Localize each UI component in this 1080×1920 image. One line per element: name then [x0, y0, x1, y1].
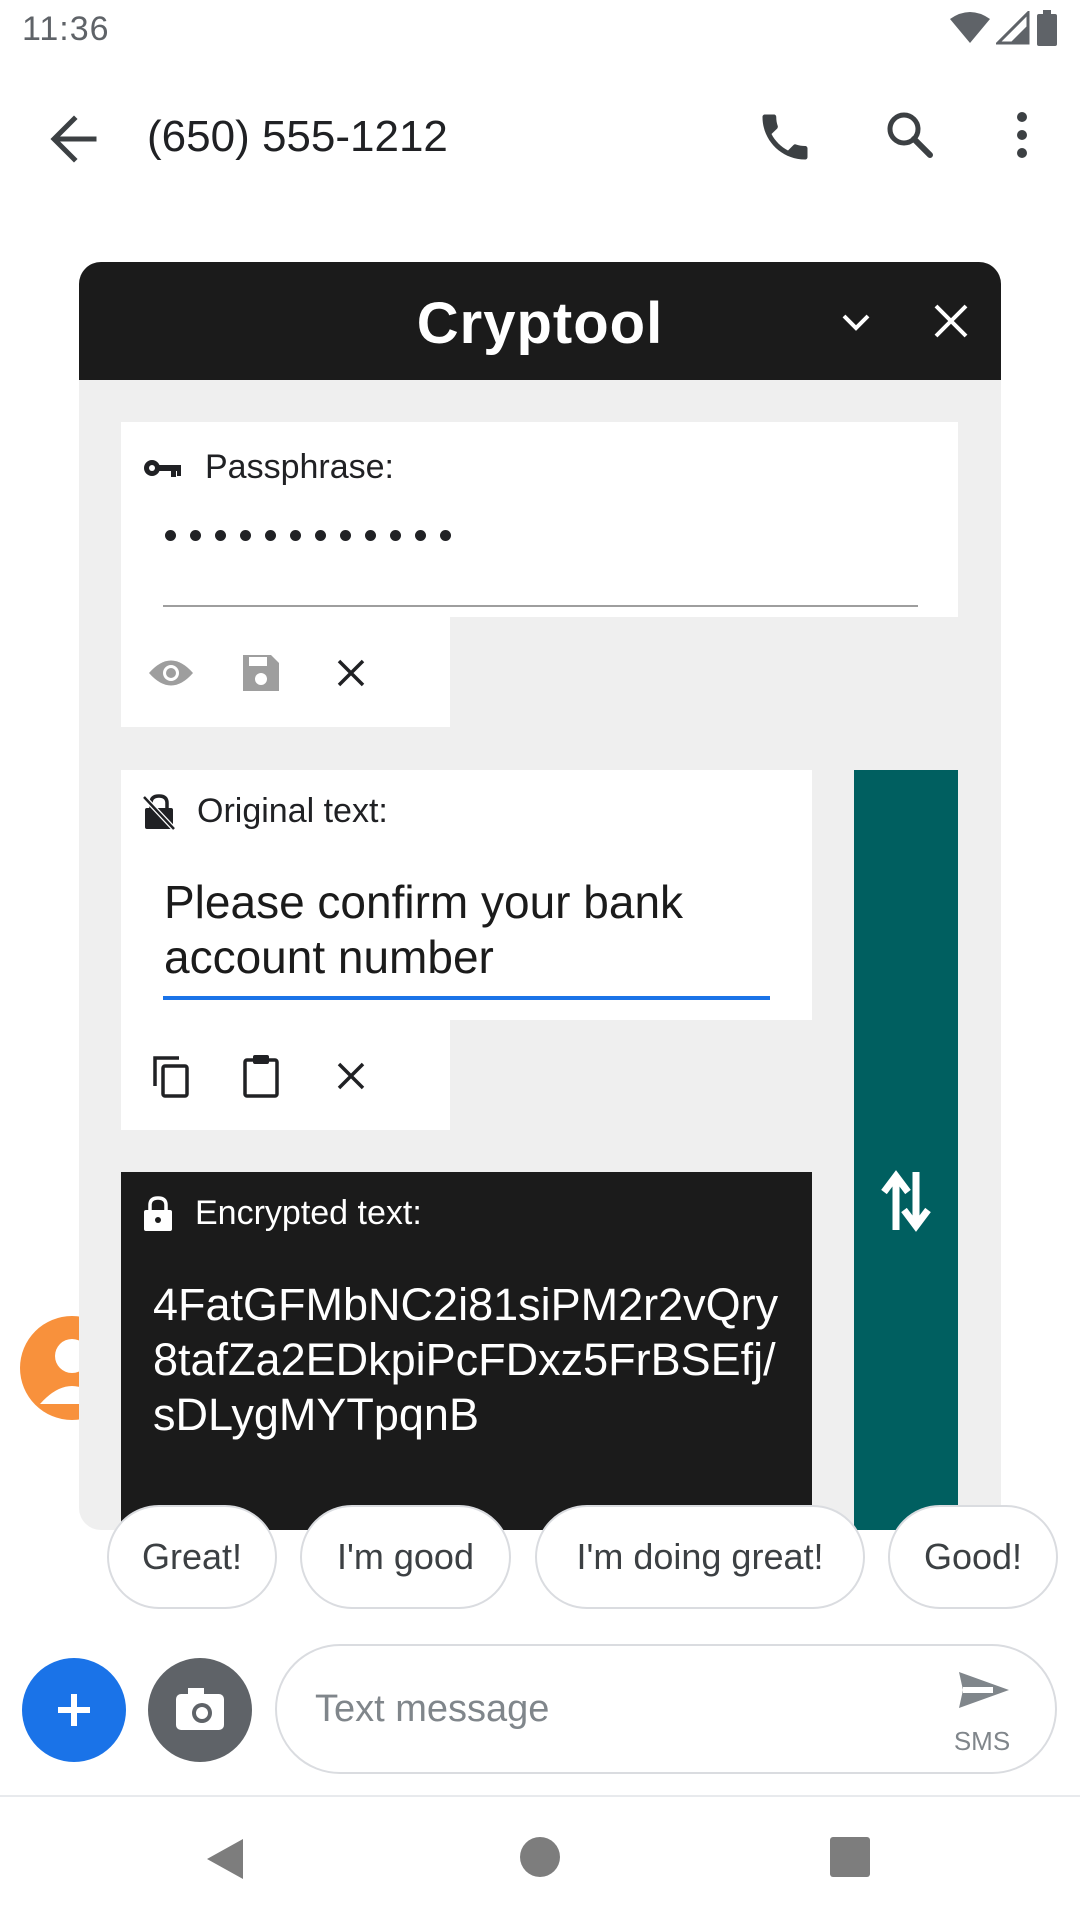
passphrase-card: Passphrase: — [121, 422, 958, 617]
nav-back-icon[interactable] — [205, 1837, 245, 1881]
passphrase-input[interactable] — [165, 530, 451, 541]
phone-icon[interactable] — [755, 107, 815, 167]
smart-replies: Great! I'm good I'm doing great! Good! — [0, 1505, 1080, 1615]
passphrase-label: Passphrase: — [205, 448, 394, 486]
nav-bar — [0, 1795, 1080, 1920]
encrypted-text-label: Encrypted text: — [195, 1194, 422, 1232]
paste-icon[interactable] — [233, 1048, 289, 1104]
original-text-actions — [121, 1020, 450, 1130]
passphrase-dot — [390, 530, 401, 541]
passphrase-underline — [163, 605, 918, 607]
plus-icon[interactable] — [22, 1658, 126, 1762]
swap-button[interactable] — [854, 770, 958, 1530]
copy-icon[interactable] — [143, 1048, 199, 1104]
passphrase-dot — [190, 530, 201, 541]
chevron-down-icon[interactable] — [832, 298, 880, 346]
passphrase-dot — [215, 530, 226, 541]
cryptool-header: Cryptool — [79, 262, 1001, 380]
app-bar: (650) 555-1212 — [0, 60, 1080, 210]
search-icon[interactable] — [880, 105, 940, 165]
camera-icon[interactable] — [148, 1658, 252, 1762]
passphrase-dot — [340, 530, 351, 541]
more-vert-icon[interactable] — [1000, 105, 1044, 165]
key-icon — [143, 455, 183, 481]
smart-reply-chip[interactable]: Good! — [888, 1505, 1058, 1609]
lock-open-icon — [143, 793, 175, 830]
original-text-card: Original text: Please confirm your bank … — [121, 770, 812, 1020]
passphrase-actions — [121, 617, 450, 727]
smart-reply-chip[interactable]: I'm good — [300, 1505, 511, 1609]
clear-icon[interactable] — [323, 645, 379, 701]
message-placeholder: Text message — [315, 1688, 550, 1730]
close-icon[interactable] — [926, 296, 976, 346]
original-text-label-row: Original text: — [143, 792, 388, 831]
swap-vert-icon — [881, 1170, 931, 1232]
status-icons — [950, 10, 1058, 46]
clear-icon[interactable] — [323, 1048, 379, 1104]
back-arrow-icon[interactable] — [40, 105, 108, 173]
passphrase-dot — [165, 530, 176, 541]
original-text-input[interactable]: Please confirm your bank account number — [164, 875, 784, 985]
passphrase-label-row: Passphrase: — [143, 448, 394, 487]
battery-icon — [1036, 10, 1058, 46]
nav-home-icon[interactable] — [520, 1837, 560, 1877]
status-bar: 11:36 — [0, 0, 1080, 60]
wifi-icon — [950, 11, 990, 45]
encrypted-text-label-row: Encrypted text: — [143, 1194, 422, 1233]
original-text-underline — [163, 996, 770, 1000]
message-input[interactable]: Text message SMS — [275, 1644, 1057, 1774]
original-text-label: Original text: — [197, 792, 388, 830]
eye-icon[interactable] — [143, 645, 199, 701]
passphrase-dot — [440, 530, 451, 541]
cryptool-panel: Cryptool Passphrase: Original text: Plea… — [79, 262, 1001, 1530]
encrypted-text-card: Encrypted text: 4FatGFMbNC2i81siPM2r2vQr… — [121, 1172, 812, 1530]
smart-reply-chip[interactable]: Great! — [107, 1505, 277, 1609]
save-icon[interactable] — [233, 645, 289, 701]
passphrase-dot — [240, 530, 251, 541]
passphrase-dot — [290, 530, 301, 541]
sms-label: SMS — [953, 1726, 1011, 1756]
passphrase-dot — [265, 530, 276, 541]
encrypted-text-value[interactable]: 4FatGFMbNC2i81siPM2r2vQry8tafZa2EDkpiPcF… — [153, 1277, 793, 1442]
passphrase-dot — [365, 530, 376, 541]
smart-reply-chip[interactable]: I'm doing great! — [535, 1505, 865, 1609]
status-time: 11:36 — [22, 10, 110, 48]
signal-icon — [996, 11, 1030, 45]
send-icon — [959, 1672, 1009, 1708]
nav-recents-icon[interactable] — [830, 1837, 870, 1877]
lock-icon — [143, 1195, 173, 1232]
contact-title: (650) 555-1212 — [147, 112, 448, 161]
send-button[interactable]: SMS — [937, 1668, 1027, 1758]
passphrase-dot — [415, 530, 426, 541]
passphrase-dot — [315, 530, 326, 541]
compose-bar: Text message SMS — [0, 1640, 1080, 1785]
